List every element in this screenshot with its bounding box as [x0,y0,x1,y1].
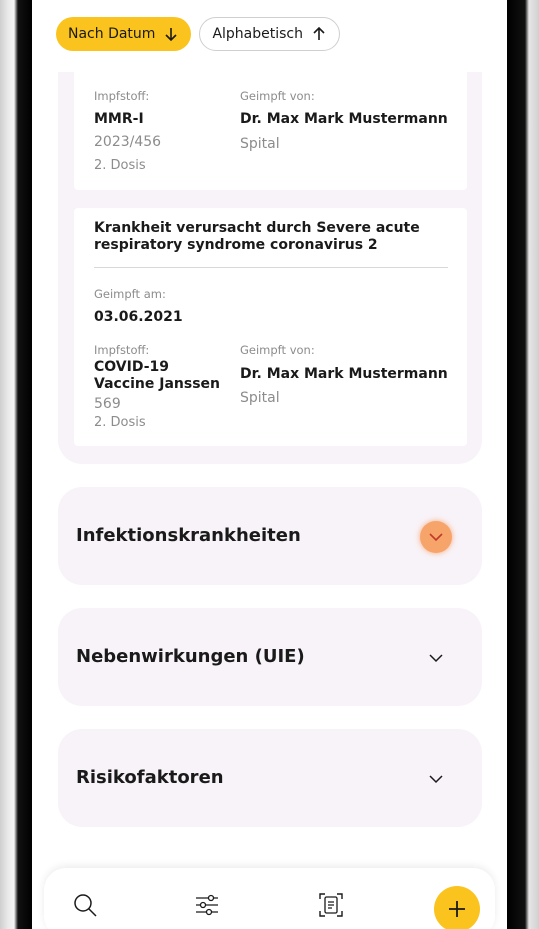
section-title: Nebenwirkungen (UIE) [76,646,305,667]
vaccination-date-label: Geimpft am: [94,287,166,301]
sort-by-date-chip[interactable]: Nach Datum [56,17,192,51]
app-screen: Nach Datum Alphabetisch Impfstoff: MMR-I… [32,0,507,929]
sort-alphabetical-chip[interactable]: Alphabetisch [199,17,340,51]
section-risikofaktoren[interactable]: Risikofaktoren [58,729,482,827]
add-button[interactable] [434,886,480,929]
dose-number: 2. Dosis [94,158,146,173]
lot-number: 2023/456 [94,134,162,150]
arrow-down-icon [165,28,178,42]
doctor-name: Dr. Max Mark Mustermann [240,111,448,127]
lot-number: 569 [94,396,121,412]
divider [94,267,448,268]
vaccinated-by-label: Geimpft von: [240,343,315,357]
chevron-down-icon[interactable] [420,763,452,795]
document-scan-icon[interactable] [314,888,348,922]
vaccination-group: Impfstoff: MMR-I 2023/456 2. Dosis Geimp… [58,72,482,464]
sort-alphabetical-label: Alphabetisch [212,26,303,42]
vaccinated-by-label: Geimpft von: [240,89,315,103]
sort-chip-group: Nach Datum Alphabetisch [56,17,340,51]
section-title: Risikofaktoren [76,767,224,788]
section-title: Infektionskrankheiten [76,525,301,546]
sort-by-date-label: Nach Datum [68,26,156,42]
device-bezel-right [507,0,539,929]
vaccine-label: Impfstoff: [94,343,150,357]
disease-title: Krankheit verursacht durch Severe acute … [94,220,420,253]
section-nebenwirkungen[interactable]: Nebenwirkungen (UIE) [58,608,482,706]
vaccination-card[interactable]: Impfstoff: MMR-I 2023/456 2. Dosis Geimp… [74,72,467,190]
vaccine-name-line1: COVID-19 [94,359,170,375]
filter-sliders-icon[interactable] [190,888,224,922]
vaccine-name: MMR-I [94,111,144,127]
vaccination-place: Spital [240,390,280,406]
vaccination-place: Spital [240,136,280,152]
dose-number: 2. Dosis [94,415,146,430]
plus-icon [449,901,465,917]
bottom-navigation-bar [44,868,495,929]
vaccination-date: 03.06.2021 [94,309,183,325]
vaccine-name-line2: Vaccine Janssen [94,376,220,392]
device-bezel-left [0,0,32,929]
vaccination-card[interactable]: Krankheit verursacht durch Severe acute … [74,208,467,446]
arrow-up-icon [313,26,325,40]
section-infektionskrankheiten[interactable]: Infektionskrankheiten [58,487,482,585]
vaccine-label: Impfstoff: [94,89,150,103]
search-icon[interactable] [68,888,102,922]
doctor-name: Dr. Max Mark Mustermann [240,366,448,382]
chevron-down-icon[interactable] [420,521,452,553]
chevron-down-icon[interactable] [420,642,452,674]
